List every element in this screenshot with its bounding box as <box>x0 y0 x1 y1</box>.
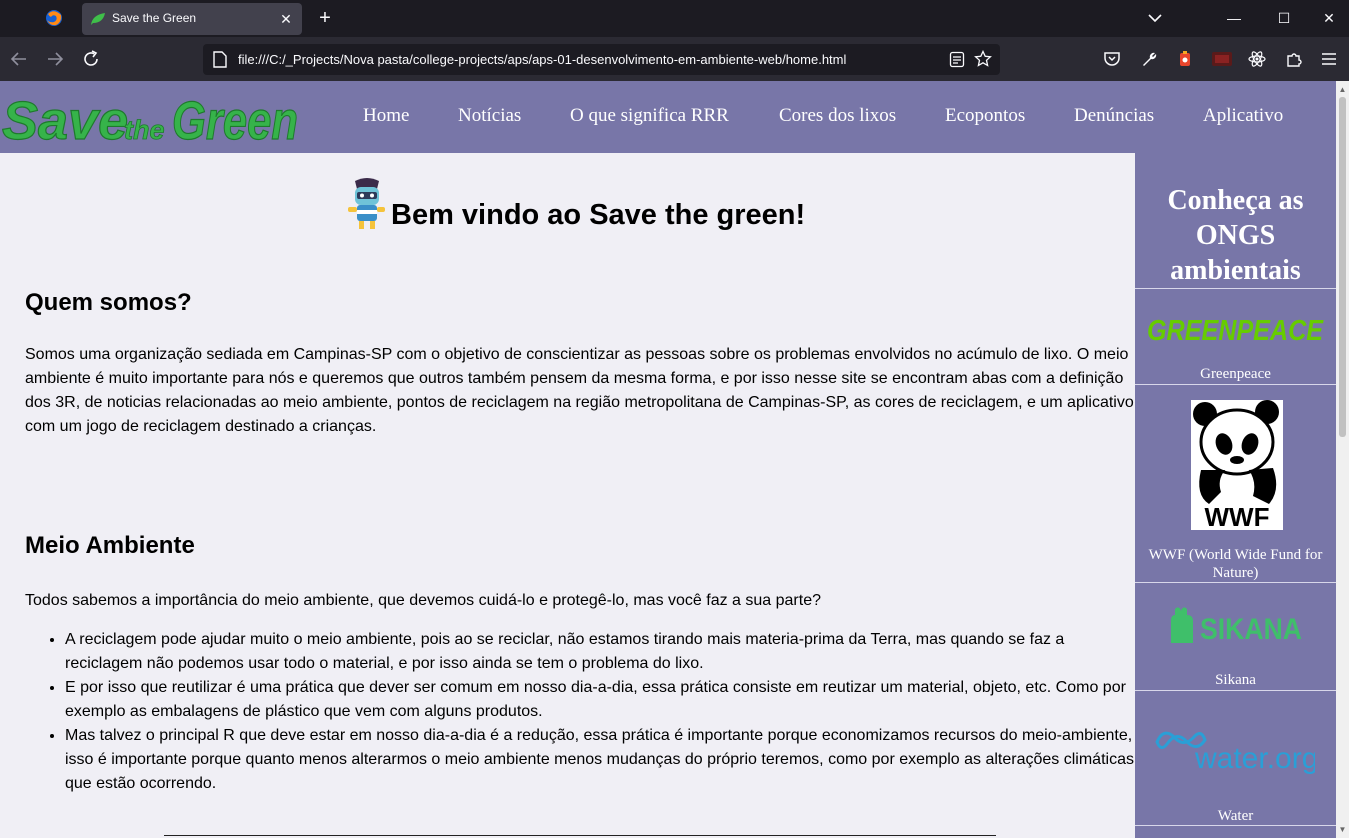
divider <box>1135 825 1336 826</box>
maximize-button[interactable]: ☐ <box>1261 0 1307 37</box>
environment-heading: Meio Ambiente <box>25 532 195 559</box>
water-logo-text: water.org <box>1194 742 1315 774</box>
main-content: Bem vindo ao Save the green! Quem somos?… <box>0 153 1135 838</box>
new-tab-button[interactable]: + <box>314 7 336 29</box>
extensions-puzzle-icon[interactable] <box>1285 50 1303 68</box>
nav-rrr[interactable]: O que significa RRR <box>570 105 729 127</box>
about-heading: Quem somos? <box>25 289 192 316</box>
close-window-button[interactable]: ✕ <box>1306 0 1349 37</box>
ong-name-wwf[interactable]: WWF (World Wide Fund for Nature) <box>1135 546 1336 582</box>
greenpeace-logo-text: GREENPEACE <box>1147 315 1324 345</box>
react-devtools-icon[interactable] <box>1248 50 1266 68</box>
browser-nav-bar: file:///C:/_Projects/Nova pasta/college-… <box>0 37 1349 81</box>
ong-name-greenpeace[interactable]: Greenpeace <box>1135 365 1336 383</box>
page-icon <box>213 51 227 68</box>
nav-cores-dos-lixos[interactable]: Cores dos lixos <box>779 105 896 127</box>
wwf-logo-text: WWF <box>1205 502 1270 530</box>
url-bar[interactable]: file:///C:/_Projects/Nova pasta/college-… <box>203 44 1000 75</box>
pocket-icon[interactable] <box>1103 50 1121 68</box>
extension-icon[interactable] <box>1176 50 1194 68</box>
ong-name-water[interactable]: Water <box>1135 807 1336 825</box>
hamburger-menu-icon[interactable] <box>1320 50 1338 68</box>
forward-arrow-icon[interactable] <box>44 48 66 70</box>
nav-denuncias[interactable]: Denúncias <box>1074 105 1154 127</box>
robot-mascot-icon <box>348 178 385 229</box>
scroll-down-icon[interactable]: ▼ <box>1336 823 1349 836</box>
reader-view-icon[interactable] <box>949 51 965 68</box>
page-scrollbar[interactable]: ▲ ▼ <box>1336 81 1349 838</box>
chevron-down-icon[interactable] <box>1145 8 1165 28</box>
about-paragraph: Somos uma organização sediada em Campina… <box>25 346 1134 435</box>
bookmark-star-icon[interactable] <box>974 50 992 68</box>
extension-icon[interactable] <box>1211 50 1233 68</box>
logo-green-text: Green <box>172 91 298 147</box>
nav-home[interactable]: Home <box>363 105 409 127</box>
save-the-green-logo[interactable]: Save the Green <box>2 85 302 147</box>
nav-aplicativo[interactable]: Aplicativo <box>1203 105 1283 127</box>
divider <box>1135 582 1336 583</box>
welcome-heading: Bem vindo ao Save the green! <box>391 199 806 231</box>
ongs-sidebar: Conheça as ONGS ambientais GREENPEACE Gr… <box>1135 153 1336 838</box>
web-page: Save the Green Home Notícias O que signi… <box>0 81 1349 838</box>
back-arrow-icon[interactable] <box>8 48 30 70</box>
sikana-logo-text: SIKANA <box>1200 613 1302 646</box>
minimize-button[interactable]: — <box>1211 0 1257 37</box>
water-org-logo[interactable]: water.org <box>1153 718 1315 774</box>
greenpeace-logo[interactable]: GREENPEACE <box>1147 313 1325 345</box>
wrench-icon[interactable] <box>1140 50 1158 68</box>
logo-the-text: the <box>124 115 165 145</box>
divider <box>1135 690 1336 691</box>
divider <box>1135 384 1336 385</box>
divider <box>1135 288 1336 289</box>
ong-name-sikana[interactable]: Sikana <box>1135 671 1336 689</box>
ongs-title: Conheça as ONGS ambientais <box>1167 185 1304 286</box>
list-item: E por isso que reutilizar é uma prática … <box>65 676 1137 724</box>
nav-ecopontos[interactable]: Ecopontos <box>945 105 1025 127</box>
tab-title: Save the Green <box>112 11 197 25</box>
sikana-logo[interactable]: SIKANA <box>1167 603 1305 647</box>
close-tab-icon[interactable]: ✕ <box>276 9 296 29</box>
scroll-up-icon[interactable]: ▲ <box>1336 83 1349 96</box>
site-header: Save the Green Home Notícias O que signi… <box>0 81 1336 153</box>
logo-save-text: Save <box>2 91 128 147</box>
list-item: A reciclagem pode ajudar muito o meio am… <box>65 628 1137 676</box>
tab-save-the-green[interactable]: Save the Green ✕ <box>82 3 302 35</box>
wwf-panda-logo[interactable]: WWF <box>1191 400 1283 530</box>
scrollbar-thumb[interactable] <box>1339 97 1346 437</box>
url-text[interactable]: file:///C:/_Projects/Nova pasta/college-… <box>238 52 846 67</box>
list-item: Mas talvez o principal R que deve estar … <box>65 724 1137 796</box>
browser-tab-bar: Save the Green ✕ + — ☐ ✕ <box>0 0 1349 37</box>
nav-noticias[interactable]: Notícias <box>458 105 521 127</box>
firefox-icon[interactable] <box>44 8 64 28</box>
reload-icon[interactable] <box>80 48 102 70</box>
environment-list: A reciclagem pode ajudar muito o meio am… <box>65 628 1137 796</box>
divider <box>164 835 996 836</box>
leaf-icon <box>91 13 105 25</box>
environment-intro: Todos sabemos a importância do meio ambi… <box>25 592 821 609</box>
